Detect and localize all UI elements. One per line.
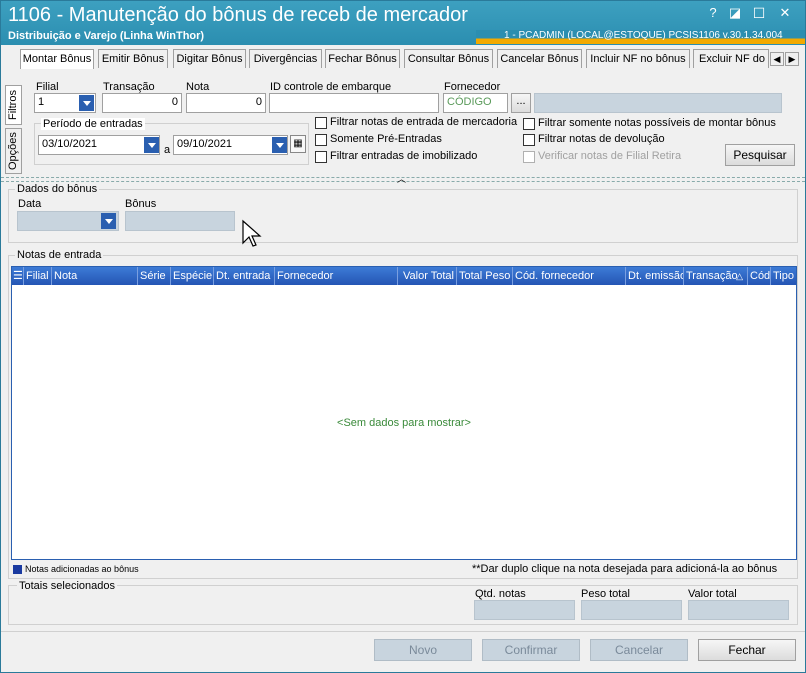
col-serie[interactable]: Série — [138, 267, 171, 285]
col-fornecedor[interactable]: Fornecedor — [275, 267, 398, 285]
tab-digitar-bonus[interactable]: Digitar Bônus — [173, 49, 246, 68]
transacao-label: Transação — [103, 81, 155, 93]
bonus-group-label: Dados do bônus — [15, 183, 100, 195]
date-from-dropdown-icon[interactable] — [144, 137, 159, 153]
fornecedor-search-button[interactable]: ... — [511, 93, 531, 113]
check-imobilizado-label: Filtrar entradas de imobilizado — [330, 150, 478, 162]
date-to-input[interactable]: 09/10/2021 — [173, 135, 288, 155]
title-bar: 1106 - Manutenção do bônus de receb de m… — [1, 1, 805, 45]
col-dt-emissao[interactable]: Dt. emissão — [626, 267, 684, 285]
check-filial-retira — [523, 151, 535, 163]
check-notas-mercadoria-label: Filtrar notas de entrada de mercadoria — [330, 116, 518, 128]
check-imobilizado[interactable] — [315, 151, 327, 163]
collapse-icon[interactable]: ︿ — [397, 172, 406, 185]
filial-label: Filial — [36, 81, 59, 93]
tab-scroll-left-icon[interactable]: ◀ — [770, 52, 784, 66]
check-pre-entradas-label: Somente Pré-Entradas — [330, 133, 442, 145]
restore-icon[interactable]: ◪ — [727, 5, 743, 21]
fornecedor-name-field — [534, 93, 782, 113]
col-nota[interactable]: Nota — [52, 267, 138, 285]
totais-group-label: Totais selecionados — [17, 580, 118, 592]
panel-splitter[interactable]: ︿ — [1, 174, 805, 184]
user-info: 1 - PCADMIN (LOCAL@ESTOQUE) PCSIS1106 v.… — [476, 30, 805, 44]
grid-hint: **Dar duplo clique na nota desejada para… — [472, 563, 778, 575]
main-window: 1106 - Manutenção do bônus de receb de m… — [0, 0, 806, 673]
check-notas-mercadoria[interactable] — [315, 117, 327, 129]
data-label: Data — [18, 198, 42, 210]
search-button[interactable]: Pesquisar — [725, 144, 795, 166]
col-total-peso[interactable]: Total Peso — [457, 267, 513, 285]
cancelar-button[interactable]: Cancelar — [590, 639, 688, 661]
window-subtitle: Distribuição e Varejo (Linha WinThor) — [8, 30, 205, 42]
valor-total-field — [688, 600, 789, 620]
qtd-notas-field — [474, 600, 575, 620]
bonus-field — [125, 211, 235, 231]
tab-divergencias[interactable]: Divergências — [249, 49, 322, 68]
peso-total-field — [581, 600, 682, 620]
legend-label: Notas adicionadas ao bônus — [25, 564, 139, 574]
periodo-label: Período de entradas — [41, 118, 145, 130]
help-icon[interactable]: ? — [705, 5, 721, 20]
calendar-icon[interactable]: ▦ — [290, 135, 306, 153]
footer-divider — [1, 631, 805, 632]
grid-header: ☰ Filial Nota Série Espécie Dt. entrada … — [12, 267, 796, 285]
check-devolucao-label: Filtrar notas de devolução — [538, 133, 665, 145]
date-from-input[interactable]: 03/10/2021 — [38, 135, 160, 155]
date-to-dropdown-icon[interactable] — [272, 137, 287, 153]
check-filial-retira-label: Verificar notas de Filial Retira — [538, 150, 682, 162]
data-dropdown-icon — [101, 213, 116, 229]
peso-total-label: Peso total — [581, 588, 630, 600]
check-devolucao[interactable] — [523, 134, 535, 146]
id-embarque-input[interactable] — [269, 93, 439, 113]
check-possiveis-bonus-label: Filtrar somente notas possíveis de monta… — [538, 117, 776, 129]
window-title: 1106 - Manutenção do bônus de receb de m… — [8, 4, 468, 26]
qtd-notas-label: Qtd. notas — [475, 588, 526, 600]
col-valor-total[interactable]: Valor Total — [398, 267, 457, 285]
grid-menu-icon[interactable]: ☰ — [12, 267, 24, 285]
col-cod-fornecedor[interactable]: Cód. fornecedor — [513, 267, 626, 285]
tab-incluir-nf[interactable]: Incluir NF no bônus — [586, 49, 690, 68]
close-icon[interactable]: ✕ — [777, 5, 793, 21]
side-tab-opcoes[interactable]: Opções — [5, 128, 22, 174]
check-possiveis-bonus[interactable] — [523, 118, 535, 130]
tab-cancelar-bonus[interactable]: Cancelar Bônus — [497, 49, 582, 68]
side-tab-filtros[interactable]: Filtros — [5, 85, 22, 125]
fornecedor-code-input[interactable]: CÓDIGO — [443, 93, 508, 113]
main-tabs: Montar Bônus Emitir Bônus Digitar Bônus … — [20, 49, 805, 69]
tab-fechar-bonus[interactable]: Fechar Bônus — [325, 49, 400, 68]
nota-label: Nota — [186, 81, 210, 93]
check-pre-entradas[interactable] — [315, 134, 327, 146]
col-tipo[interactable]: Tipo — [771, 267, 796, 285]
bonus-label: Bônus — [125, 198, 157, 210]
col-dt-entrada[interactable]: Dt. entrada — [214, 267, 275, 285]
col-transacao[interactable]: Transação △ — [684, 267, 748, 285]
notas-grid[interactable]: ☰ Filial Nota Série Espécie Dt. entrada … — [11, 266, 797, 560]
fornecedor-label: Fornecedor — [444, 81, 501, 93]
fechar-button[interactable]: Fechar — [698, 639, 796, 661]
col-especie[interactable]: Espécie — [171, 267, 214, 285]
tab-scroll-right-icon[interactable]: ▶ — [785, 52, 799, 66]
grid-empty-text: <Sem dados para mostrar> — [337, 417, 471, 429]
novo-button[interactable]: Novo — [374, 639, 472, 661]
date-separator: a — [164, 144, 171, 156]
col-cod[interactable]: Cód — [748, 267, 771, 285]
maximize-icon[interactable]: ☐ — [751, 5, 767, 22]
col-filial[interactable]: Filial — [24, 267, 52, 285]
tab-excluir-nf[interactable]: Excluir NF do b — [693, 49, 769, 68]
legend-swatch — [13, 565, 22, 574]
tab-emitir-bonus[interactable]: Emitir Bônus — [98, 49, 168, 68]
tab-montar-bonus[interactable]: Montar Bônus — [20, 49, 94, 69]
col-transacao-label: Transação — [686, 270, 738, 282]
id-embarque-label: ID controle de embarque — [270, 81, 392, 93]
nota-input[interactable]: 0 — [186, 93, 266, 113]
valor-total-label: Valor total — [688, 588, 737, 600]
tab-consultar-bonus[interactable]: Consultar Bônus — [404, 49, 493, 68]
confirmar-button[interactable]: Confirmar — [482, 639, 580, 661]
notas-group-label: Notas de entrada — [15, 249, 104, 261]
transacao-input[interactable]: 0 — [102, 93, 182, 113]
mouse-cursor-icon — [242, 219, 262, 247]
sort-asc-icon: △ — [736, 271, 743, 281]
filial-dropdown-icon[interactable] — [79, 95, 94, 111]
